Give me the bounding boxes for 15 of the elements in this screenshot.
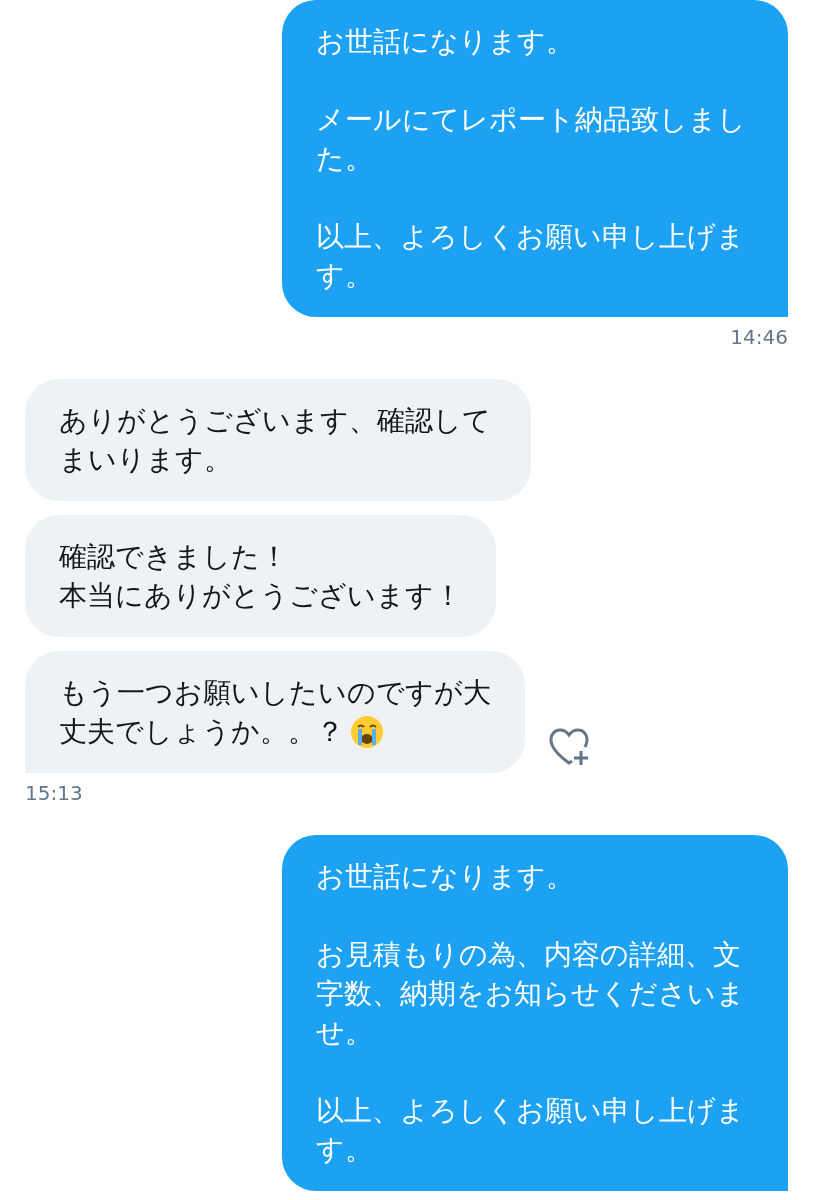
timestamp: 15:13 [25, 781, 83, 805]
message-text: お世話になります。 [316, 859, 574, 895]
message-text: ありがとうございます、確認してまいります。 [59, 403, 492, 478]
message-text: お世話になります。 [316, 24, 574, 60]
timestamp: 14:46 [730, 325, 788, 349]
crying-face-icon [350, 714, 384, 749]
message-text: 確認できました！ [59, 539, 288, 575]
message-text: メールにてレポート納品致しました。 [316, 102, 747, 177]
message-text: 本当にありがとうございます！ [59, 578, 462, 614]
message-text: 以上、よろしくお願い申し上げます。 [316, 219, 746, 294]
message-text: お見積もりの為、内容の詳細、文字数、納期をお知らせくださいませ。 [316, 937, 746, 1051]
message-text: 以上、よろしくお願い申し上げます。 [316, 1093, 746, 1168]
heart-plus-icon[interactable] [548, 727, 590, 767]
message-text: 丈夫でしょうか。。？ [59, 714, 344, 750]
message-text: もう一つお願いしたいのですが大 [59, 675, 491, 711]
